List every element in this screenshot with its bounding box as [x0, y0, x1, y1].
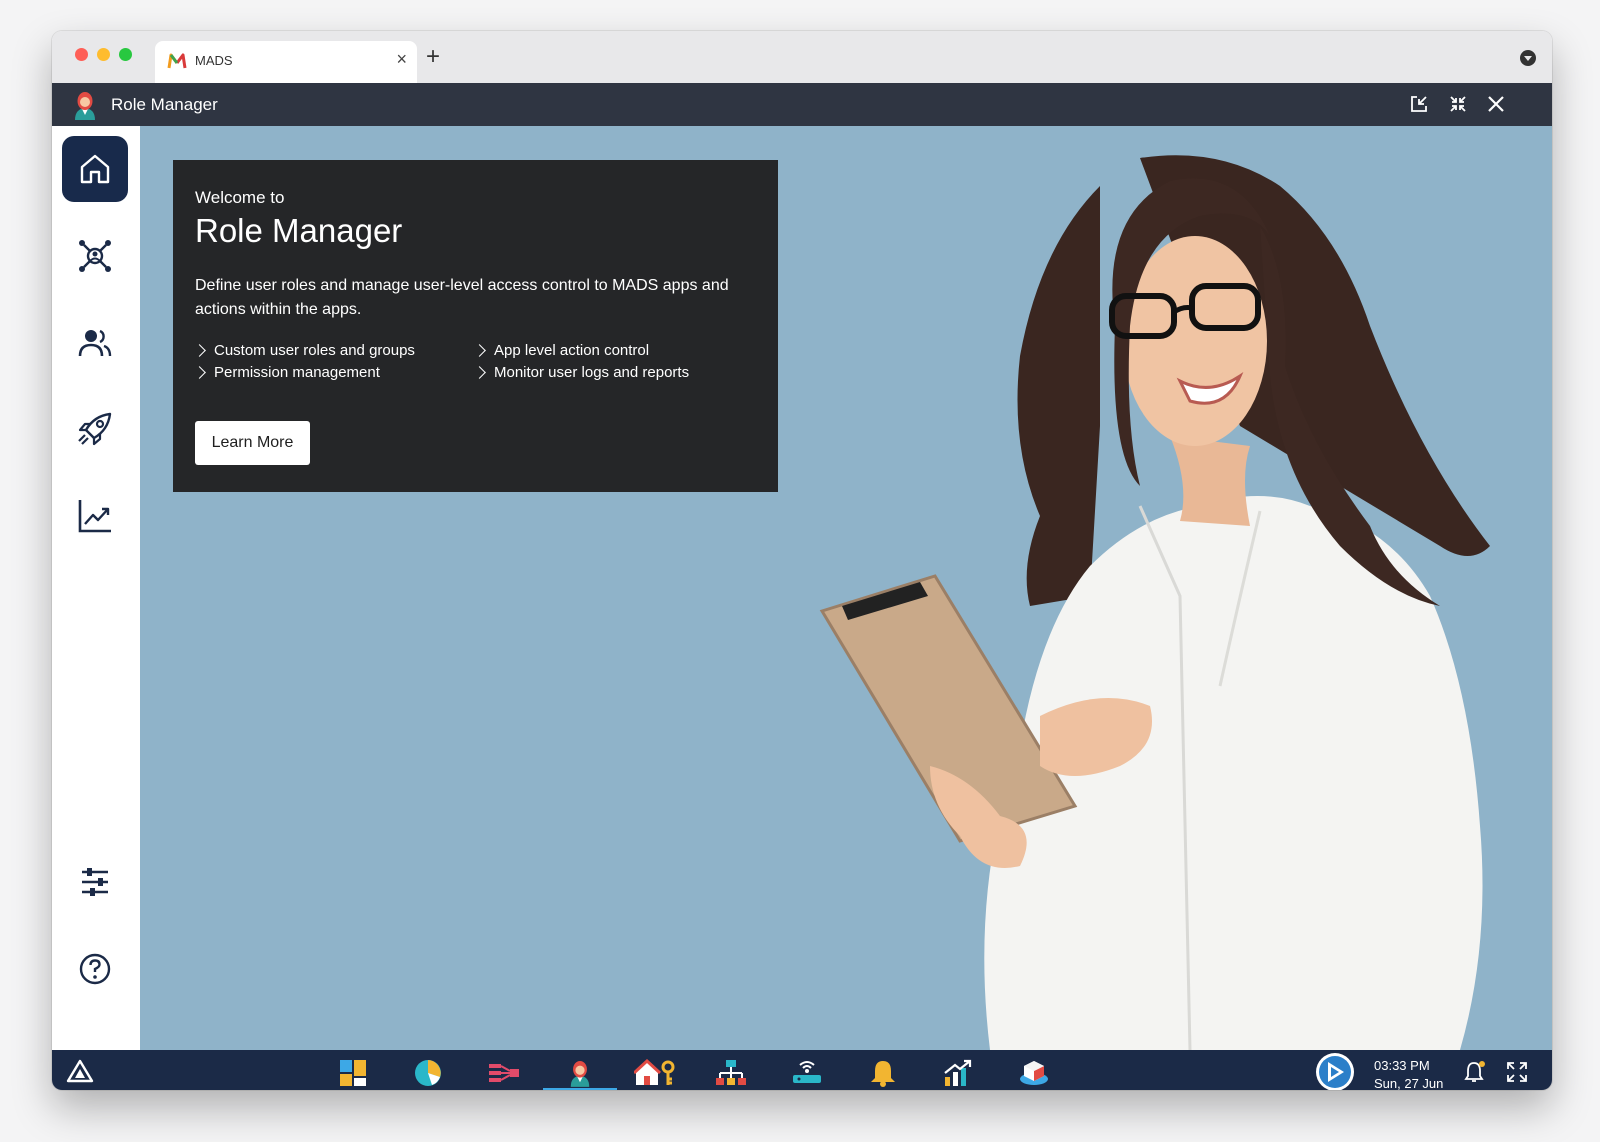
feature-list: Custom user roles and groups App level a…	[193, 342, 756, 381]
sidebar-item-help[interactable]	[62, 936, 128, 1002]
taskbar: 03:33 PM Sun, 27 Jun	[52, 1050, 1552, 1090]
app-title: Role Manager	[111, 95, 218, 114]
taskbar-app-analytics[interactable]	[391, 1055, 465, 1090]
hierarchy-icon	[716, 1059, 746, 1085]
browser-chrome: MADS × +	[52, 31, 1552, 83]
feature-item: Monitor user logs and reports	[473, 364, 755, 381]
welcome-card: Welcome to Role Manager Define user role…	[173, 160, 778, 492]
notifications-icon[interactable]	[1462, 1060, 1486, 1089]
fullscreen-icon[interactable]	[1506, 1061, 1528, 1088]
app-header: Role Manager	[52, 83, 1552, 126]
taskbar-app-home-access[interactable]	[618, 1055, 692, 1090]
learn-more-button[interactable]: Learn More	[195, 421, 310, 465]
taskbar-app-flows[interactable]	[467, 1055, 541, 1090]
tab-title: MADS	[195, 53, 233, 68]
popout-icon[interactable]	[1406, 91, 1432, 117]
sidebar-item-users[interactable]	[62, 310, 128, 376]
sidebar-item-analytics[interactable]	[62, 483, 128, 549]
minimize-window-button[interactable]	[97, 48, 110, 61]
clock-date: Sun, 27 Jun	[1374, 1076, 1444, 1090]
rocket-icon	[78, 412, 112, 446]
chevron-right-icon	[193, 344, 206, 357]
chevron-right-icon	[193, 366, 206, 379]
chevron-right-icon	[473, 344, 486, 357]
taskbar-app-packages[interactable]	[997, 1055, 1071, 1090]
network-icon	[79, 240, 111, 272]
welcome-description: Define user roles and manage user-level …	[195, 277, 729, 318]
browser-window: MADS × + Role Manager Welcome to Role Ma…	[52, 31, 1552, 1090]
help-icon	[79, 953, 111, 985]
launcher-icon[interactable]	[66, 1058, 94, 1089]
pie-chart-icon	[415, 1059, 441, 1086]
sidebar-item-settings[interactable]	[62, 849, 128, 915]
router-icon	[793, 1060, 821, 1083]
welcome-subtitle: Welcome to	[195, 188, 285, 207]
home-key-icon	[634, 1058, 675, 1085]
taskbar-app-alerts[interactable]	[846, 1055, 920, 1090]
feature-item: Permission management	[193, 364, 475, 381]
sidebar-item-network[interactable]	[62, 223, 128, 289]
close-icon[interactable]	[1483, 91, 1509, 117]
person-icon	[570, 1060, 590, 1087]
user-avatar[interactable]	[1316, 1053, 1354, 1090]
close-icon[interactable]: ×	[396, 49, 407, 70]
maximize-window-button[interactable]	[119, 48, 132, 61]
chevron-down-icon[interactable]	[1520, 50, 1536, 66]
feature-item: Custom user roles and groups	[193, 342, 475, 359]
sidebar	[52, 126, 140, 1050]
taskbar-app-dashboard[interactable]	[316, 1055, 390, 1090]
browser-tab[interactable]: MADS ×	[155, 41, 417, 83]
chart-icon	[78, 500, 111, 533]
feature-item: App level action control	[473, 342, 755, 359]
taskbar-app-role-manager[interactable]	[543, 1055, 617, 1090]
chevron-right-icon	[473, 366, 486, 379]
role-manager-avatar-icon	[75, 92, 95, 120]
plus-icon[interactable]: +	[426, 44, 440, 70]
bell-icon	[871, 1060, 895, 1087]
main-content: Welcome to Role Manager Define user role…	[140, 126, 1552, 1050]
taskbar-app-org[interactable]	[694, 1055, 768, 1090]
sidebar-item-home[interactable]	[62, 136, 128, 202]
clock-time: 03:33 PM	[1374, 1058, 1430, 1073]
flow-icon	[489, 1063, 519, 1082]
sliders-icon	[82, 868, 108, 896]
close-window-button[interactable]	[75, 48, 88, 61]
welcome-title: Role Manager	[195, 212, 403, 249]
cube-icon	[1020, 1060, 1048, 1085]
home-icon	[80, 154, 110, 184]
mads-logo-icon	[167, 53, 187, 69]
tiles-icon	[340, 1059, 366, 1086]
users-icon	[78, 329, 112, 357]
sidebar-item-launch[interactable]	[62, 396, 128, 462]
taskbar-app-devices[interactable]	[770, 1055, 844, 1090]
collapse-icon[interactable]	[1445, 91, 1471, 117]
taskbar-app-reports[interactable]	[921, 1055, 995, 1090]
growth-chart-icon	[944, 1059, 972, 1086]
